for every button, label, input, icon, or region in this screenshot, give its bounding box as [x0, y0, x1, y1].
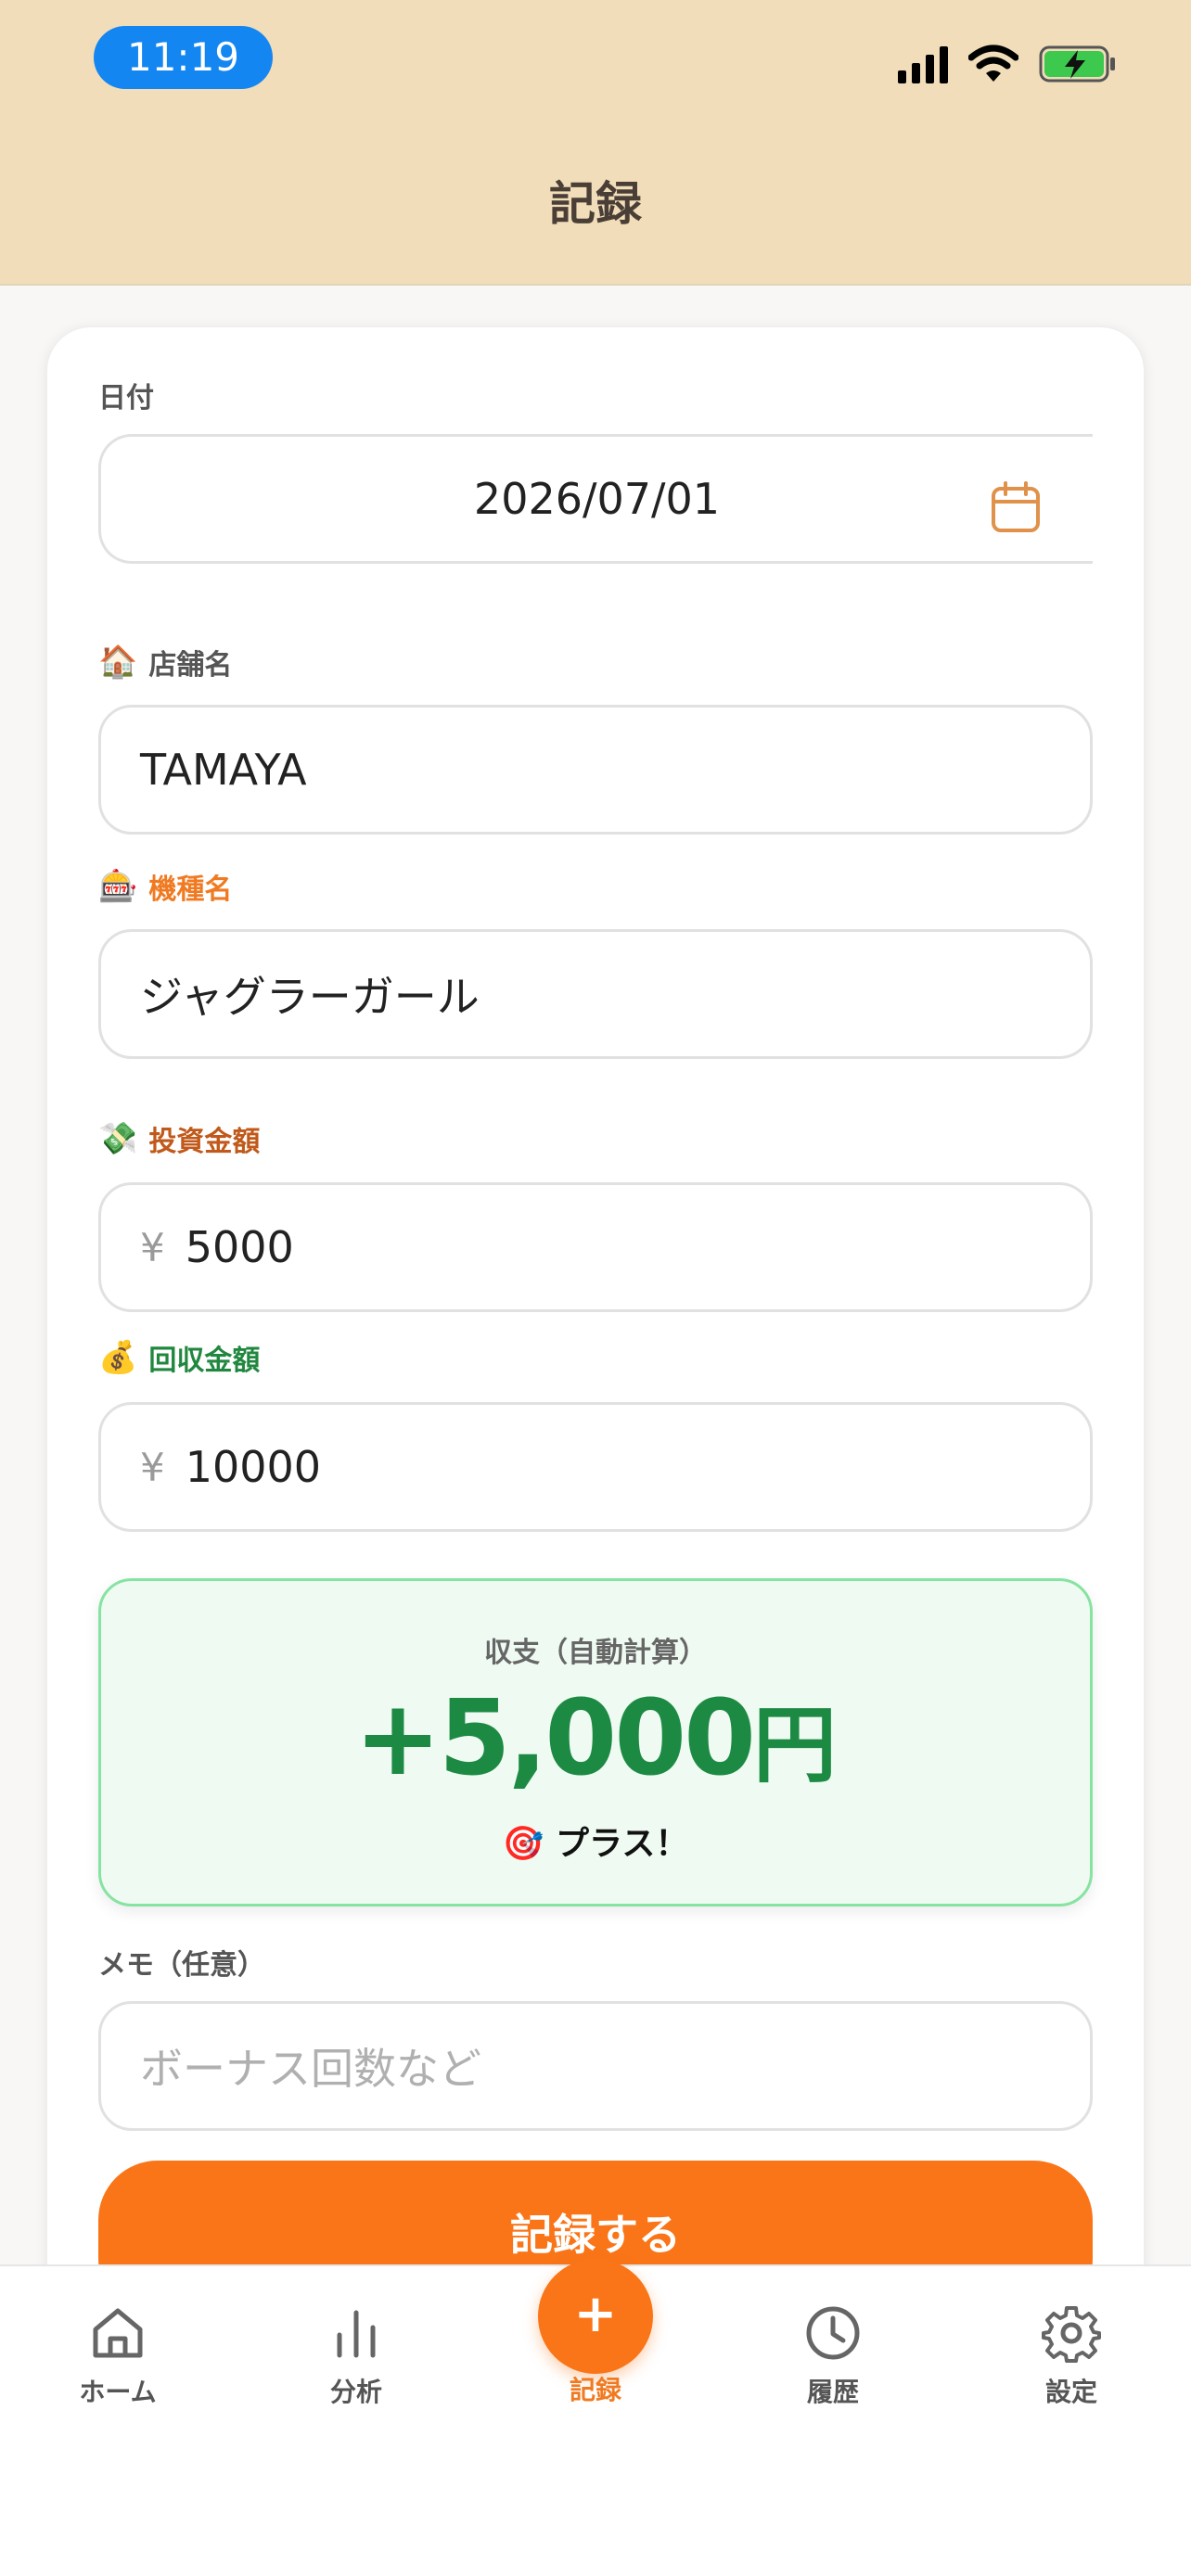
- date-value: 2026/07/01: [473, 474, 721, 524]
- tab-analysis[interactable]: 分析: [263, 2303, 449, 2409]
- tab-settings[interactable]: 設定: [979, 2303, 1164, 2409]
- balance-result-box: 収支（自動計算） +5,000円 🎯 プラス！: [98, 1578, 1093, 1906]
- investment-label: 💸 投資金額: [98, 1120, 261, 1158]
- money-bag-icon: 💰: [98, 1339, 138, 1376]
- tab-history[interactable]: 履歴: [740, 2303, 926, 2409]
- status-icons: [898, 41, 1117, 87]
- store-label: 🏠 店舗名: [98, 644, 233, 682]
- yen-symbol: ¥: [140, 1444, 165, 1490]
- page-title: 記録: [549, 177, 642, 231]
- clock-icon: [806, 2306, 860, 2360]
- tab-record-label[interactable]: 記録: [503, 2370, 688, 2407]
- tab-home[interactable]: ホーム: [25, 2303, 211, 2409]
- recovery-label: 💰 回収金額: [98, 1339, 261, 1377]
- gear-icon: [1042, 2306, 1101, 2363]
- memo-label: メモ（任意）: [98, 1949, 265, 1982]
- money-wings-icon: 💸: [98, 1120, 138, 1157]
- bar-chart-icon: [337, 2310, 376, 2358]
- store-input[interactable]: TAMAYA: [98, 705, 1093, 835]
- date-label: 日付: [98, 382, 154, 414]
- balance-label: 収支（自動計算）: [484, 1637, 707, 1669]
- machine-label: 🎰 機種名: [98, 868, 233, 906]
- slot-machine-icon: 🎰: [98, 868, 138, 905]
- date-field[interactable]: 2026/07/01: [98, 434, 1093, 564]
- record-fab-button[interactable]: +: [538, 2259, 653, 2374]
- balance-value: +5,000円: [353, 1678, 838, 1799]
- balance-note: 🎯 プラス！: [502, 1825, 689, 1863]
- memo-input[interactable]: ボーナス回数など: [98, 2001, 1093, 2131]
- calendar-icon[interactable]: [991, 481, 1041, 533]
- target-icon: 🎯: [502, 1825, 544, 1863]
- home-icon: [93, 2308, 143, 2358]
- status-time: 11:19: [94, 26, 273, 89]
- investment-input[interactable]: ¥ 5000: [98, 1182, 1093, 1312]
- battery-charging-icon: [1039, 45, 1115, 83]
- header: 11:19 記録: [0, 0, 1191, 286]
- machine-input[interactable]: ジャグラーガール: [98, 929, 1093, 1059]
- recovery-input[interactable]: ¥ 10000: [98, 1402, 1093, 1532]
- signal-icon: [898, 45, 948, 83]
- wifi-icon: [968, 45, 1018, 82]
- record-screen: 11:19 記録 日付 2026/07/01 🏠 店舗名 TAMAYA 🎰 機種…: [0, 0, 1191, 2576]
- house-icon: 🏠: [98, 644, 138, 681]
- yen-symbol: ¥: [140, 1224, 165, 1270]
